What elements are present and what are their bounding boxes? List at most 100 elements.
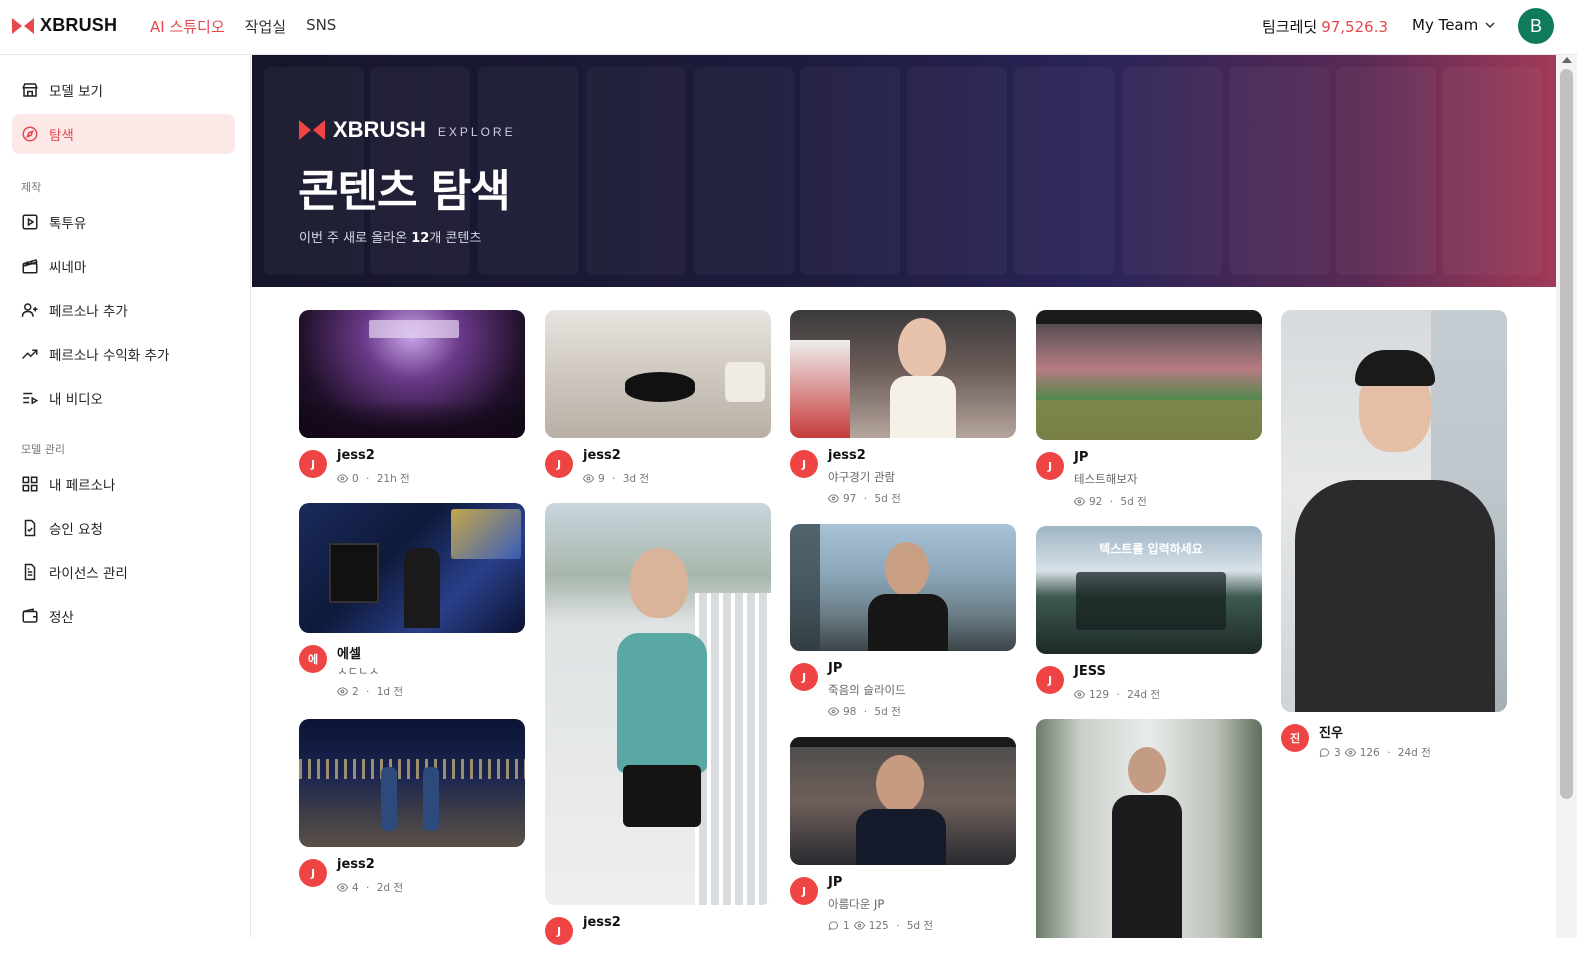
nav-ai-studio[interactable]: AI 스튜디오 [150, 16, 225, 37]
author-name[interactable]: 진우 [1319, 722, 1343, 741]
eye-icon [1074, 690, 1085, 699]
author-avatar[interactable]: J [545, 450, 573, 478]
sidebar-item-models[interactable]: 모델 보기 [12, 70, 235, 110]
author-avatar[interactable]: J [299, 450, 327, 478]
content-description: ㅅㄷㄴㅅ [337, 664, 380, 678]
author-name[interactable]: jess2 [337, 448, 375, 463]
author-name[interactable]: JP [1074, 450, 1088, 465]
author-name[interactable]: jess2 [583, 448, 621, 463]
sidebar-item-label: 탐색 [49, 128, 74, 144]
hero-subtitle: 이번 주 새로 올라온 12개 콘텐츠 [299, 227, 481, 246]
content-card[interactable]: J jess2 야구경기 관람 97 · 5d 전 [790, 310, 1016, 518]
content-card[interactable]: J jess2 9 · 3d 전 [545, 310, 771, 498]
brand-logo[interactable]: XBRUSH [12, 15, 117, 36]
posted-time: 5d 전 [1120, 496, 1147, 508]
nav-workroom[interactable]: 작업실 [245, 16, 286, 37]
sidebar-item-add-persona[interactable]: 페르소나 추가 [12, 290, 235, 330]
content-card[interactable]: 에 에셀 ㅅㄷㄴㅅ 2 · 1d 전 [299, 503, 525, 698]
content-thumbnail[interactable] [1036, 719, 1262, 938]
play-icon [22, 214, 38, 230]
content-thumbnail[interactable] [1036, 310, 1262, 440]
content-thumbnail[interactable] [299, 719, 525, 847]
content-thumbnail[interactable] [790, 310, 1016, 438]
author-avatar[interactable]: 진 [1281, 724, 1309, 752]
scroll-up-arrow-icon[interactable] [1562, 57, 1572, 63]
compass-icon [22, 126, 38, 142]
user-avatar[interactable]: B [1518, 8, 1554, 44]
author-name[interactable]: JP [828, 661, 842, 676]
author-name[interactable]: jess2 [828, 448, 866, 463]
author-name[interactable]: jess2 [337, 857, 375, 872]
comment-icon [828, 921, 839, 931]
nav-sns[interactable]: SNS [306, 16, 336, 37]
fan-top [890, 376, 956, 438]
sidebar-item-my-persona[interactable]: 내 페르소나 [12, 464, 235, 504]
sidebar-item-explore[interactable]: 탐색 [12, 114, 235, 154]
content-description: 죽음의 슬라이드 [828, 683, 906, 697]
content-thumbnail[interactable] [299, 310, 525, 438]
page-scrollbar[interactable] [1556, 55, 1577, 938]
sidebar-item-approval[interactable]: 승인 요청 [12, 508, 235, 548]
view-count: 2 [352, 685, 359, 698]
sidebar-item-persona-monetize[interactable]: 페르소나 수익화 추가 [12, 334, 235, 374]
content-thumbnail[interactable] [545, 503, 771, 905]
main-nav: AI 스튜디오 작업실 SNS [150, 16, 336, 37]
content-card[interactable]: J JP 테스트해보자 92 · 5d 전 [1036, 310, 1262, 526]
author-avatar[interactable]: J [790, 877, 818, 905]
separator-dot: · [362, 472, 373, 485]
infield-dirt [1036, 400, 1262, 440]
author-avatar[interactable]: J [1036, 666, 1064, 694]
brand-name: XBRUSH [40, 15, 118, 35]
author-name[interactable]: JESS [1074, 664, 1106, 679]
fan-face [898, 318, 946, 378]
stage-screen [369, 320, 459, 338]
content-card[interactable] [1036, 719, 1262, 938]
eye-icon [853, 921, 865, 930]
content-thumbnail[interactable] [1281, 310, 1507, 712]
sidebar-item-license[interactable]: 라이선스 관리 [12, 552, 235, 592]
content-thumbnail[interactable]: 텍스트를 입력하세요 [1036, 526, 1262, 654]
sidebar-item-settlement[interactable]: 정산 [12, 596, 235, 636]
section-label-manage: 모델 관리 [21, 443, 65, 456]
content-card[interactable]: 진 진우 3 126 · 24d 전 [1281, 310, 1507, 772]
scrollbar-thumb[interactable] [1560, 69, 1573, 799]
content-card[interactable]: J JP 죽음의 슬라이드 98 · 5d 전 [790, 524, 1016, 731]
sidebar-item-label: 정산 [49, 610, 74, 626]
file-check-icon [24, 519, 36, 537]
content-description: 야구경기 관람 [828, 470, 896, 484]
author-avatar[interactable]: J [790, 663, 818, 691]
eye-icon [337, 474, 348, 483]
card-stats: 0 · 21h 전 [337, 471, 410, 486]
card-meta: 에 에셀 ㅅㄷㄴㅅ 2 · 1d 전 [299, 633, 525, 698]
content-thumbnail[interactable] [545, 310, 771, 438]
content-thumbnail[interactable] [790, 524, 1016, 651]
content-card[interactable]: J JP 아름다운 JP 1 125 · 5d 전 [790, 737, 1016, 945]
content-thumbnail[interactable] [299, 503, 525, 633]
hero-bg-tile [694, 67, 794, 275]
author-avatar[interactable]: J [1036, 452, 1064, 480]
content-thumbnail[interactable] [790, 737, 1016, 865]
hero-logo: XBRUSH EXPLORE [299, 117, 516, 143]
author-avatar[interactable]: J [790, 450, 818, 478]
author-name[interactable]: 에셀 [337, 643, 361, 662]
sidebar-item-label: 씨네마 [49, 260, 87, 276]
content-card[interactable]: 텍스트를 입력하세요 J JESS 129 · 24d 전 [1036, 526, 1262, 714]
sidebar-item-talk-to-you[interactable]: 톡투유 [12, 202, 235, 242]
credits-value: 97,526.3 [1321, 18, 1388, 36]
content-card[interactable]: J jess2 4 · 2d 전 [299, 719, 525, 907]
sidebar-item-my-videos[interactable]: 내 비디오 [12, 378, 235, 418]
hero-sub-count: 12 [411, 231, 430, 246]
chevron-down-icon [1485, 22, 1495, 29]
author-avatar[interactable]: J [545, 917, 573, 945]
content-card[interactable]: J jess2 [545, 503, 771, 965]
author-avatar[interactable]: 에 [299, 645, 327, 673]
grid-icon [22, 476, 38, 492]
author-avatar[interactable]: J [299, 859, 327, 887]
posted-time: 5d 전 [874, 706, 901, 718]
content-card[interactable]: J jess2 0 · 21h 전 [299, 310, 525, 498]
author-name[interactable]: JP [828, 875, 842, 890]
window-frame [790, 524, 820, 651]
team-selector[interactable]: My Team [1412, 16, 1496, 34]
sidebar-item-cinema[interactable]: 씨네마 [12, 246, 235, 286]
author-name[interactable]: jess2 [583, 915, 621, 930]
